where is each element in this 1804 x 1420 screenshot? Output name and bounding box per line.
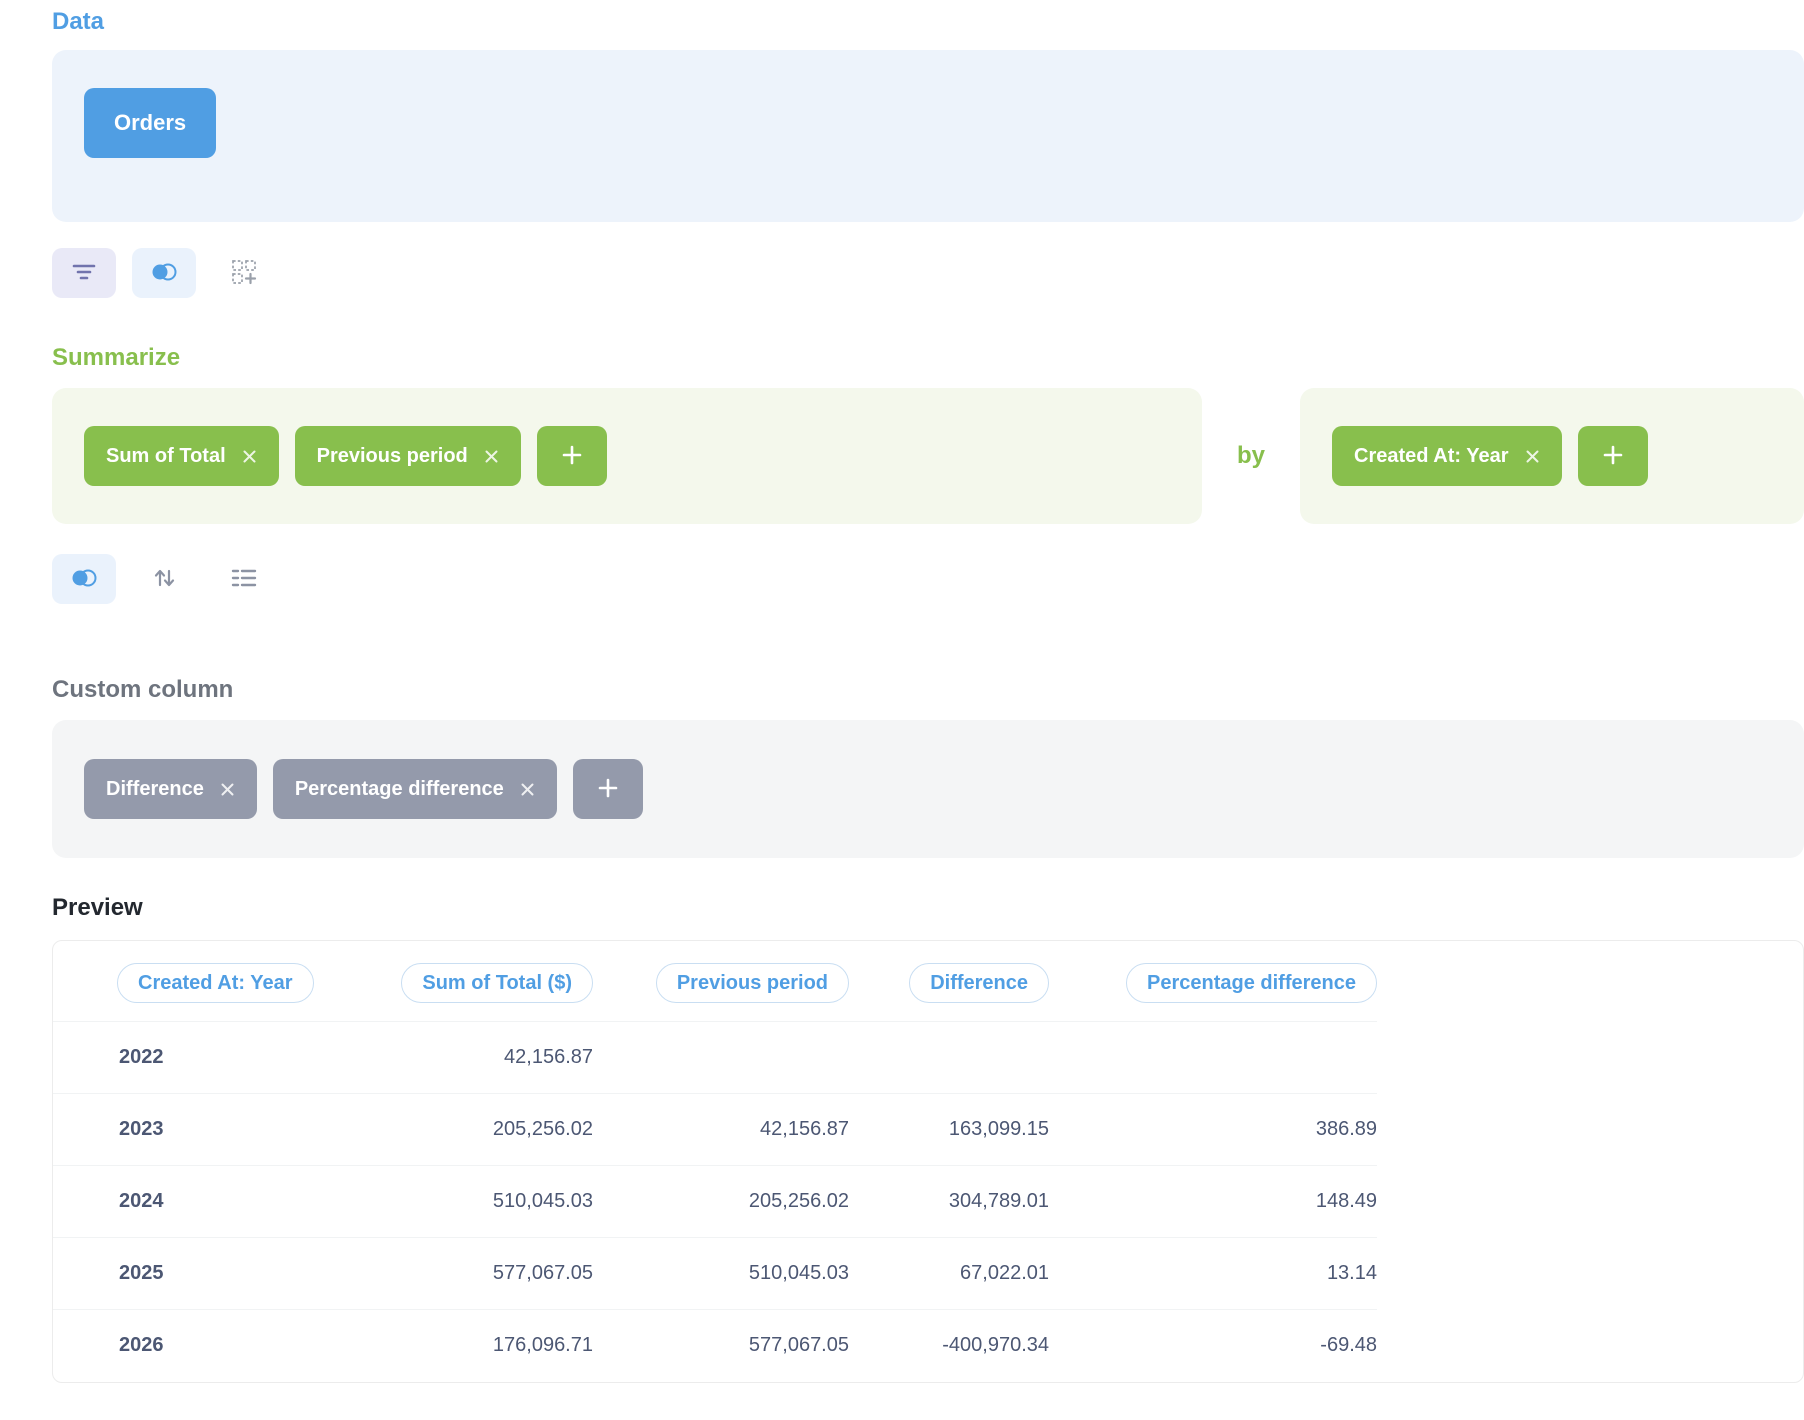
cell-sum-of-total: 577,067.05 — [383, 1238, 593, 1310]
data-step-actions — [52, 248, 1804, 298]
list-icon — [231, 567, 257, 592]
cell-difference — [849, 1022, 1049, 1094]
custom-column-pill-difference[interactable]: Difference — [84, 759, 257, 819]
table-row: 2023 205,256.02 42,156.87 163,099.15 386… — [53, 1094, 1803, 1166]
filter-button[interactable] — [52, 248, 116, 298]
custom-column-section-label: Custom column — [52, 676, 1804, 704]
aggregation-pill-sum-of-total[interactable]: Sum of Total — [84, 426, 279, 486]
join-button[interactable] — [132, 248, 196, 298]
add-custom-column-button[interactable] — [573, 759, 643, 819]
close-icon[interactable] — [1525, 449, 1540, 464]
table-row: 2025 577,067.05 510,045.03 67,022.01 13.… — [53, 1238, 1803, 1310]
cell-previous-period: 577,067.05 — [593, 1310, 849, 1382]
custom-column-pill-percentage-difference[interactable]: Percentage difference — [273, 759, 557, 819]
cell-previous-period: 42,156.87 — [593, 1094, 849, 1166]
cell-sum-of-total: 510,045.03 — [383, 1166, 593, 1238]
table-row: 2022 42,156.87 — [53, 1022, 1803, 1094]
preview-table: Created At: Year Sum of Total ($) Previo… — [53, 941, 1803, 1382]
aggregation-pill-label: Previous period — [317, 445, 468, 468]
aggregation-pill-previous-period[interactable]: Previous period — [295, 426, 521, 486]
cell-year: 2023 — [53, 1094, 383, 1166]
header-row: Created At: Year Sum of Total ($) Previo… — [53, 941, 1803, 1022]
cell-previous-period: 205,256.02 — [593, 1166, 849, 1238]
by-label: by — [1202, 442, 1300, 470]
custom-column-pill-label: Difference — [106, 778, 204, 801]
summarize-step-row: Sum of Total Previous period — [52, 388, 1804, 524]
data-section-label: Data — [52, 8, 1804, 36]
custom-column-button[interactable] — [224, 248, 264, 298]
close-icon[interactable] — [520, 782, 535, 797]
cell-difference: 67,022.01 — [849, 1238, 1049, 1310]
add-aggregation-button[interactable] — [537, 426, 607, 486]
breakout-pill-created-at-year[interactable]: Created At: Year — [1332, 426, 1562, 486]
data-step-panel: Orders — [52, 50, 1804, 222]
cell-year: 2026 — [53, 1310, 383, 1382]
column-header-previous-period[interactable]: Previous period — [656, 963, 849, 1003]
add-breakout-button[interactable] — [1578, 426, 1648, 486]
join-icon — [150, 262, 178, 285]
query-builder: Data Orders — [0, 8, 1804, 1383]
filter-icon — [71, 261, 97, 286]
custom-column-panel: Difference Percentage difference — [52, 720, 1804, 858]
cell-difference: 304,789.01 — [849, 1166, 1049, 1238]
cell-sum-of-total: 205,256.02 — [383, 1094, 593, 1166]
table-row: 2026 176,096.71 577,067.05 -400,970.34 -… — [53, 1310, 1803, 1382]
cell-year: 2022 — [53, 1022, 383, 1094]
column-header-sum-of-total[interactable]: Sum of Total ($) — [401, 963, 593, 1003]
cell-sum-of-total: 42,156.87 — [383, 1022, 593, 1094]
cell-percentage-difference: 13.14 — [1049, 1238, 1377, 1310]
close-icon[interactable] — [242, 449, 257, 464]
breakouts-panel: Created At: Year — [1300, 388, 1804, 524]
cell-percentage-difference — [1049, 1022, 1377, 1094]
custom-column-pill-label: Percentage difference — [295, 778, 504, 801]
join-button[interactable] — [52, 554, 116, 604]
preview-section-label: Preview — [52, 894, 1804, 922]
close-icon[interactable] — [220, 782, 235, 797]
cell-difference: -400,970.34 — [849, 1310, 1049, 1382]
row-limit-button[interactable] — [224, 554, 264, 604]
column-header-difference[interactable]: Difference — [909, 963, 1049, 1003]
column-header-created-at-year[interactable]: Created At: Year — [117, 963, 314, 1003]
cell-previous-period: 510,045.03 — [593, 1238, 849, 1310]
preview-table-card: Created At: Year Sum of Total ($) Previo… — [52, 940, 1804, 1383]
cell-year: 2025 — [53, 1238, 383, 1310]
breakout-pill-label: Created At: Year — [1354, 445, 1509, 468]
summarize-step-actions — [52, 554, 1804, 604]
plus-icon — [596, 776, 620, 803]
cell-sum-of-total: 176,096.71 — [383, 1310, 593, 1382]
cell-difference: 163,099.15 — [849, 1094, 1049, 1166]
close-icon[interactable] — [484, 449, 499, 464]
data-table-button[interactable]: Orders — [84, 88, 216, 158]
plus-icon — [1601, 443, 1625, 470]
aggregation-pill-label: Sum of Total — [106, 445, 226, 468]
cell-percentage-difference: 386.89 — [1049, 1094, 1377, 1166]
cell-year: 2024 — [53, 1166, 383, 1238]
summarize-section-label: Summarize — [52, 344, 1804, 372]
column-header-percentage-difference[interactable]: Percentage difference — [1126, 963, 1377, 1003]
sort-icon — [150, 566, 178, 593]
join-icon — [70, 568, 98, 591]
cell-previous-period — [593, 1022, 849, 1094]
aggregations-panel: Sum of Total Previous period — [52, 388, 1202, 524]
cell-percentage-difference: -69.48 — [1049, 1310, 1377, 1382]
sort-button[interactable] — [144, 554, 184, 604]
grid-plus-icon — [231, 259, 257, 288]
table-row: 2024 510,045.03 205,256.02 304,789.01 14… — [53, 1166, 1803, 1238]
plus-icon — [560, 443, 584, 470]
cell-percentage-difference: 148.49 — [1049, 1166, 1377, 1238]
